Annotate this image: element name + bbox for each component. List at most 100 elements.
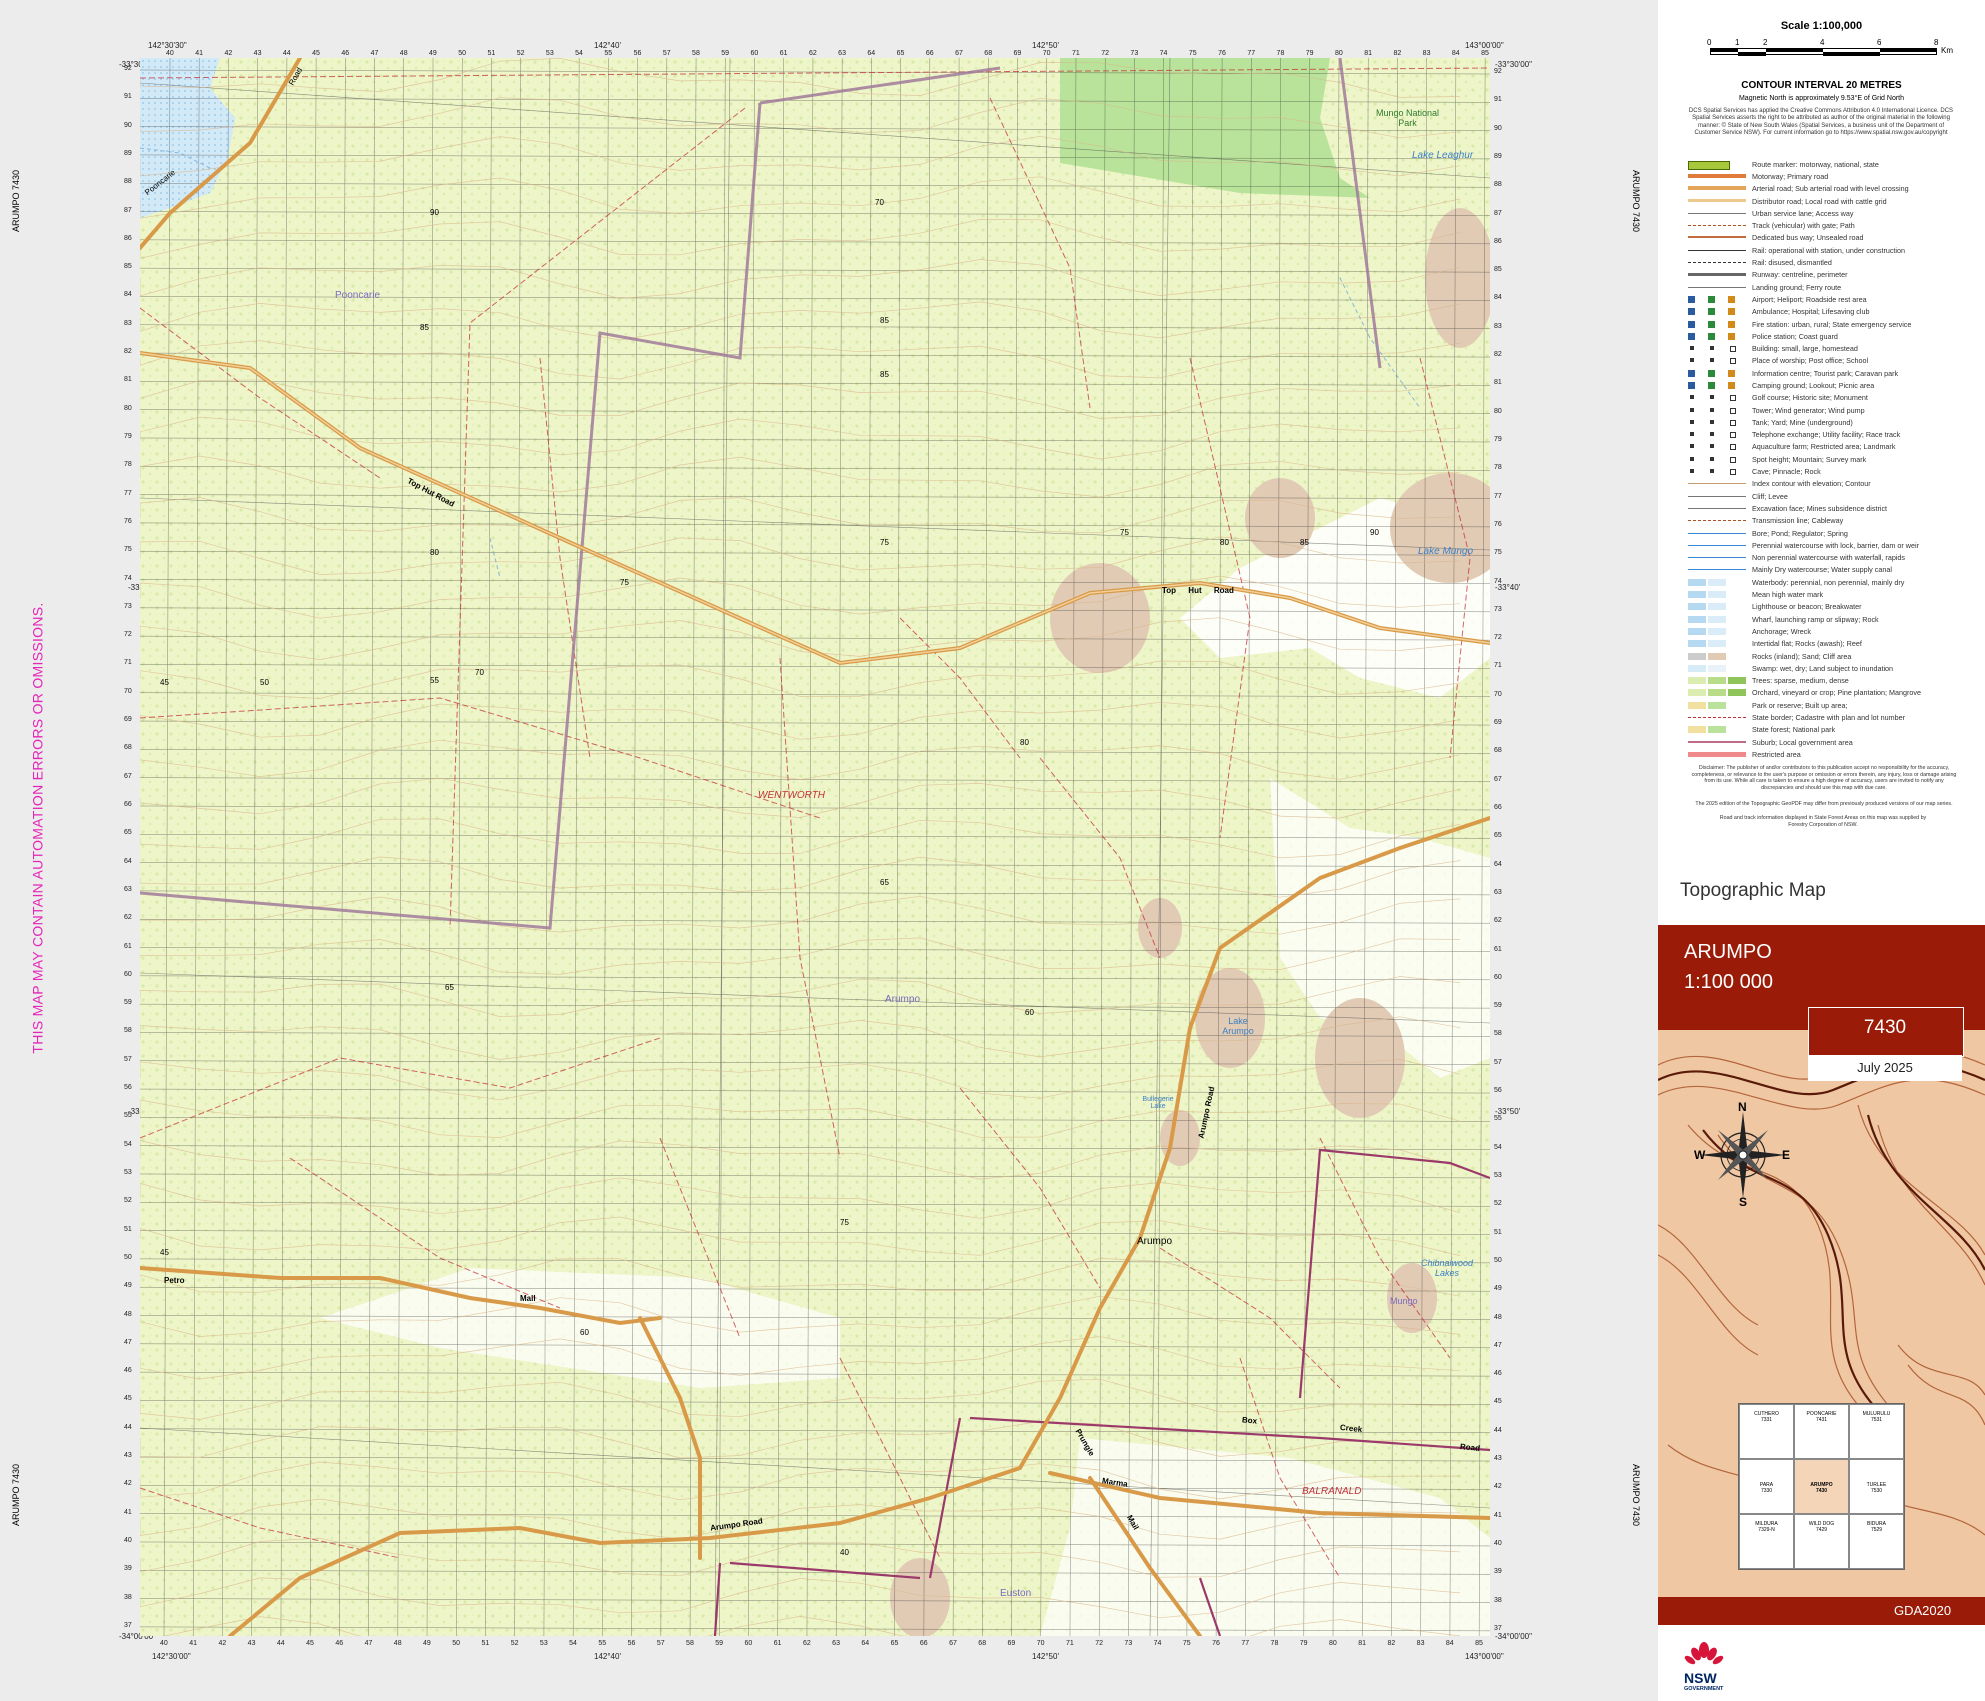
northing-label: 66 <box>124 800 132 808</box>
northing-label-right: 87 <box>1494 209 1502 217</box>
contour-elevation: 45 <box>160 1248 169 1257</box>
northing-label-right: 40 <box>1494 1539 1502 1547</box>
easting-label: 83 <box>1422 50 1431 57</box>
legend-symbol <box>1688 222 1746 229</box>
easting-label-bottom: 67 <box>949 1640 957 1647</box>
easting-label: 63 <box>838 50 846 57</box>
legend-row: Non perennial watercourse with waterfall… <box>1688 552 1978 564</box>
contour-elevation: 80 <box>1020 738 1029 747</box>
compass-e: E <box>1782 1148 1791 1162</box>
bottom-lon-40: 142°40' <box>594 1652 621 1661</box>
legend-symbol <box>1688 357 1746 365</box>
datum-label: GDA2020 <box>1894 1603 1952 1618</box>
dry-lake-3 <box>1138 898 1182 958</box>
legend-label: Place of worship; Post office; School <box>1752 356 1869 366</box>
easting-label-bottom: 78 <box>1270 1640 1279 1647</box>
legend-symbol <box>1688 726 1746 734</box>
northing-label: 44 <box>124 1423 132 1431</box>
northing-label: 70 <box>124 687 132 695</box>
legend-symbol <box>1688 652 1746 660</box>
legend-symbol <box>1688 345 1746 353</box>
easting-label-bottom: 74 <box>1153 1640 1162 1647</box>
easting-label-bottom: 81 <box>1358 1640 1367 1647</box>
northing-label-right: 59 <box>1494 1002 1502 1010</box>
scale-tick: 1 <box>1735 38 1740 47</box>
index-cell: PARA 7330 <box>1739 1459 1794 1514</box>
easting-label: 79 <box>1305 50 1314 57</box>
contour-elevation: 75 <box>840 1218 849 1227</box>
contour-elevation: 65 <box>445 983 454 992</box>
topographic-map[interactable]: Pooncarie Road Pooncarie Top Hut Road To… <box>140 58 1490 1636</box>
northing-label: 77 <box>124 489 132 497</box>
easting-label: 73 <box>1130 50 1139 57</box>
legend-symbol <box>1688 591 1746 599</box>
label-mail: Mail <box>520 1294 536 1303</box>
legend-row: Telephone exchange; Utility facility; Ra… <box>1688 429 1978 441</box>
legend-label: Rocks (inland); Sand; Cliff area <box>1752 651 1852 661</box>
contour-elevation: 50 <box>260 678 269 687</box>
label-euston: Euston <box>1000 1588 1032 1599</box>
northing-label-right: 91 <box>1494 96 1502 104</box>
legend-label: Police station; Coast guard <box>1752 331 1838 341</box>
contour-elevation: 40 <box>840 1548 849 1557</box>
northing-label-right: 46 <box>1494 1370 1502 1378</box>
legend-label: Non perennial watercourse with waterfall… <box>1752 553 1906 563</box>
legend-row: Arterial road; Sub arterial road with le… <box>1688 183 1978 195</box>
northing-label: 45 <box>124 1395 132 1403</box>
easting-label-bottom: 45 <box>306 1640 314 1647</box>
legend-row: State forest; National park <box>1688 724 1978 736</box>
northing-label: 58 <box>124 1027 132 1035</box>
easting-label-bottom: 43 <box>247 1640 256 1647</box>
compass-w: W <box>1694 1148 1706 1162</box>
index-cell-current: ARUMPO 7430 <box>1794 1459 1849 1514</box>
legend-row: Trees: sparse, medium, dense <box>1688 674 1978 686</box>
northing-label: 39 <box>124 1565 132 1573</box>
easting-label: 68 <box>984 50 993 57</box>
disclaimer: Disclaimer: The publisher of and/or cont… <box>1691 765 1957 791</box>
legend-row: Distributor road; Local road with cattle… <box>1688 195 1978 207</box>
northing-label-right: 81 <box>1494 379 1502 387</box>
legend-row: Dedicated bus way; Unsealed road <box>1688 232 1978 244</box>
easting-label: 77 <box>1247 50 1256 57</box>
legend-symbol <box>1688 234 1746 241</box>
easting-label-bottom: 76 <box>1212 1640 1220 1647</box>
easting-label-bottom: 61 <box>773 1640 782 1647</box>
northing-label: 92 <box>124 65 132 72</box>
scale-bar <box>1710 48 1938 56</box>
northing-label-right: 47 <box>1494 1341 1502 1349</box>
easting-label-bottom: 64 <box>861 1640 870 1647</box>
northing-label-right: 41 <box>1494 1511 1502 1519</box>
northing-label: 76 <box>124 517 132 525</box>
northing-label: 73 <box>124 602 132 610</box>
contour-elevation: 80 <box>1220 538 1229 547</box>
compass-n: N <box>1738 1100 1747 1114</box>
legend-symbol <box>1688 210 1746 217</box>
contour-elevation: 55 <box>430 676 439 685</box>
legend-row: Camping ground; Lookout; Picnic area <box>1688 379 1978 391</box>
legend-symbol <box>1688 271 1746 278</box>
northing-label: 38 <box>124 1593 132 1601</box>
legend-label: Cliff; Levee <box>1752 491 1788 501</box>
easting-label: 69 <box>1013 50 1022 57</box>
legend-symbol <box>1688 578 1746 586</box>
easting-label-bottom: 66 <box>919 1640 928 1647</box>
legend-row: Cave; Pinnacle; Rock <box>1688 465 1978 477</box>
northing-label-right: 37 <box>1494 1624 1502 1632</box>
map-legend-panel: Scale 1:100,000 0 1 2 4 6 8 Km CONTOUR INTERVA… <box>1658 0 1985 1701</box>
northing-label: 50 <box>124 1253 132 1261</box>
corner-br-lon: 143°00'00" <box>1465 1652 1504 1661</box>
legend-row: Urban service lane; Access way <box>1688 207 1978 219</box>
legend-label: Park or reserve; Built up area; <box>1752 700 1848 710</box>
contour-elevation: 75 <box>880 538 889 547</box>
legend-label: Rail: disused, dismantled <box>1752 258 1832 268</box>
label-arumpo-locality: Arumpo <box>885 994 921 1005</box>
northing-label-right: 55 <box>1494 1115 1502 1123</box>
northing-label: 67 <box>124 772 132 780</box>
legend-symbol <box>1688 677 1746 685</box>
northing-label: 91 <box>124 93 132 101</box>
easting-label-bottom: 62 <box>802 1640 811 1647</box>
corner-tr-lon: 143°00'00" <box>1465 41 1504 50</box>
northing-label: 82 <box>124 348 132 356</box>
label-balranald-lga: BALRANALD <box>1302 1486 1362 1497</box>
northing-label-right: 66 <box>1494 803 1502 811</box>
